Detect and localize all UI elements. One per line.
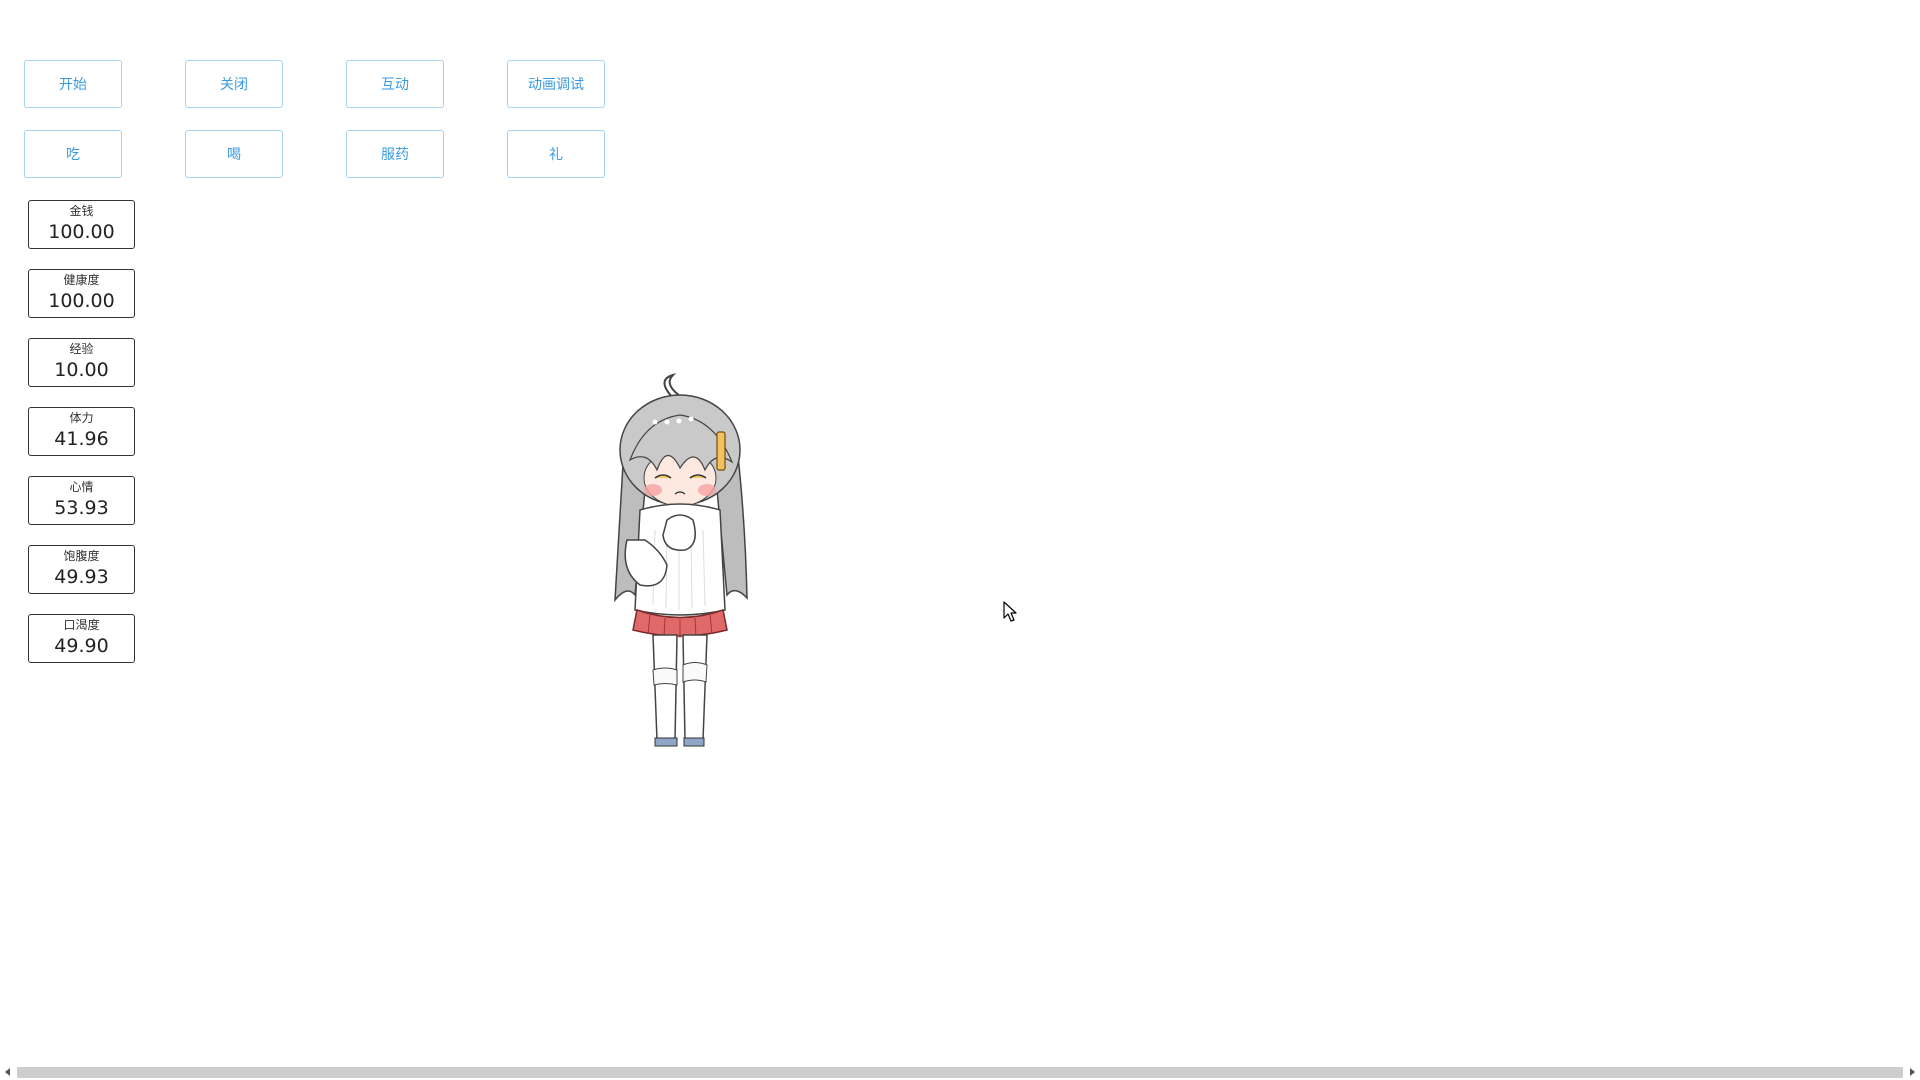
close-button[interactable]: 关闭 (185, 60, 283, 108)
scroll-left-icon[interactable] (5, 1068, 10, 1076)
mouse-pointer-icon (1003, 601, 1017, 622)
stat-thirst: 口渴度 49.90 (28, 614, 135, 663)
scrollbar-thumb[interactable] (17, 1067, 1903, 1078)
stat-money-label: 金钱 (69, 204, 94, 218)
start-button[interactable]: 开始 (24, 60, 122, 108)
animation-debug-button[interactable]: 动画调试 (507, 60, 605, 108)
stat-satiety-label: 饱腹度 (63, 549, 100, 563)
stat-exp: 经验 10.00 (28, 338, 135, 387)
gift-button[interactable]: 礼 (507, 130, 605, 178)
drink-button[interactable]: 喝 (185, 130, 283, 178)
stat-stamina-value: 41.96 (54, 428, 109, 450)
stat-thirst-label: 口渴度 (63, 618, 100, 632)
stat-health-value: 100.00 (48, 290, 115, 312)
stat-satiety-value: 49.93 (54, 566, 109, 588)
stat-thirst-value: 49.90 (54, 635, 109, 657)
stat-mood: 心情 53.93 (28, 476, 135, 525)
stat-health: 健康度 100.00 (28, 269, 135, 318)
horizontal-scrollbar[interactable] (0, 1064, 1920, 1080)
desktop-pet-window: 开始 关闭 互动 动画调试 吃 喝 服药 礼 金钱 100.00 健康度 100… (0, 0, 1920, 1080)
stat-health-label: 健康度 (63, 273, 100, 287)
stat-exp-label: 经验 (69, 342, 94, 356)
eat-button[interactable]: 吃 (24, 130, 122, 178)
stat-satiety: 饱腹度 49.93 (28, 545, 135, 594)
pet-character-icon[interactable] (605, 370, 755, 750)
stat-money-value: 100.00 (48, 221, 115, 243)
scroll-right-icon[interactable] (1910, 1068, 1915, 1076)
stat-mood-label: 心情 (69, 480, 94, 494)
interact-button[interactable]: 互动 (346, 60, 444, 108)
stat-mood-value: 53.93 (54, 497, 109, 519)
stat-stamina-label: 体力 (69, 411, 94, 425)
stat-stamina: 体力 41.96 (28, 407, 135, 456)
medicine-button[interactable]: 服药 (346, 130, 444, 178)
stat-money: 金钱 100.00 (28, 200, 135, 249)
stat-exp-value: 10.00 (54, 359, 109, 381)
